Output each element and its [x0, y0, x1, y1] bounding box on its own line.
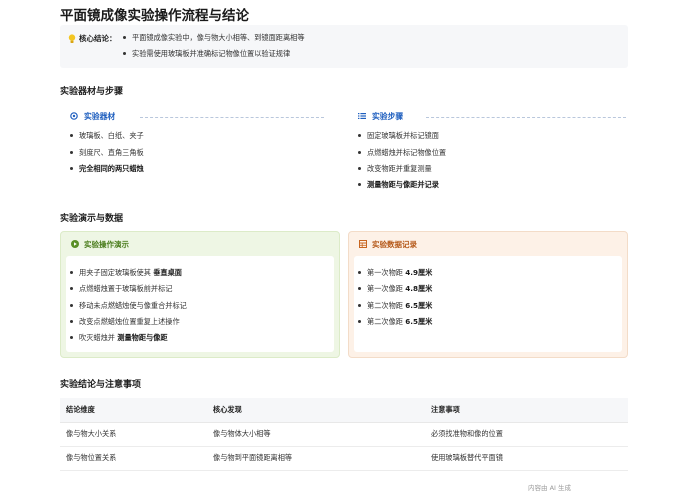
- steps-item: 测量物距与像距并记录: [358, 180, 439, 190]
- bullet-icon: [123, 51, 126, 55]
- conclusion-item: 实验需使用玻璃板并准确标记物像位置以验证规律: [123, 49, 290, 59]
- bullet-icon: [70, 133, 73, 137]
- bullet-icon: [70, 319, 73, 323]
- bullet-icon: [358, 286, 361, 290]
- bullet-icon: [358, 182, 361, 186]
- bullet-icon: [123, 35, 126, 39]
- materials-heading: 实验器材: [70, 111, 115, 122]
- bullet-icon: [70, 150, 73, 154]
- lightbulb-icon: [68, 34, 76, 43]
- section-title-demo-data: 实验演示与数据: [60, 214, 124, 224]
- table-header-row: 结论维度 核心发现 注意事项: [60, 398, 628, 423]
- bullet-icon: [70, 303, 73, 307]
- records-card: 实验数据记录: [348, 231, 628, 358]
- table-cell: 使用玻璃板替代平面镜: [425, 446, 628, 471]
- materials-item: 刻度尺、直角三角板: [70, 148, 144, 158]
- record-item: 第二次物距 6.5厘米: [358, 301, 432, 311]
- demo-step: 用夹子固定玻璃板使其 垂直桌面: [70, 268, 182, 278]
- record-item: 第二次像距 6.5厘米: [358, 317, 432, 327]
- target-icon: [70, 112, 78, 120]
- bullet-icon: [358, 166, 361, 170]
- demo-step: 吹灭蜡烛并 测量物距与像距: [70, 333, 168, 343]
- bullet-icon: [358, 150, 361, 154]
- demo-card-heading: 实验操作演示: [71, 239, 129, 250]
- bullet-icon: [70, 270, 73, 274]
- table-row: 像与物位置关系 像与物到平面镜距离相等 使用玻璃板替代平面镜: [60, 446, 628, 471]
- bullet-icon: [70, 335, 73, 339]
- table-cell: 像与物位置关系: [60, 446, 207, 471]
- play-icon: [71, 240, 79, 248]
- page-title: 平面镜成像实验操作流程与结论: [60, 8, 249, 24]
- bullet-icon: [358, 133, 361, 137]
- bullet-icon: [70, 166, 73, 170]
- section-title-materials-steps: 实验器材与步骤: [60, 87, 124, 97]
- table-header-cell: 核心发现: [207, 398, 425, 423]
- list-icon: [358, 113, 366, 119]
- core-conclusion-box: 核心结论： 平面镜成像实验中，像与物大小相等、到镜面距离相等 实验需使用玻璃板并…: [60, 25, 628, 68]
- demo-step: 改变点燃蜡烛位置重复上述操作: [70, 317, 180, 327]
- materials-item: 完全相同的两只蜡烛: [70, 164, 144, 174]
- ai-generated-note: 内容由 AI 生成: [528, 484, 571, 492]
- table-icon: [359, 240, 367, 248]
- steps-item: 改变物距并重复测量: [358, 164, 432, 174]
- bullet-icon: [358, 319, 361, 323]
- steps-heading: 实验步骤: [358, 111, 403, 122]
- steps-item: 固定玻璃板并标记镜面: [358, 131, 439, 141]
- bullet-icon: [358, 303, 361, 307]
- divider: [426, 117, 626, 118]
- section-title-conclusion-table: 实验结论与注意事项: [60, 380, 142, 390]
- records-card-heading: 实验数据记录: [359, 239, 417, 250]
- table-cell: 像与物体大小相等: [207, 422, 425, 447]
- bullet-icon: [70, 286, 73, 290]
- conclusion-table: 结论维度 核心发现 注意事项 像与物大小关系 像与物体大小相等 必须找准物和像的…: [60, 398, 628, 471]
- table-header-cell: 注意事项: [425, 398, 628, 423]
- record-item: 第一次物距 4.9厘米: [358, 268, 432, 278]
- table-cell: 像与物大小关系: [60, 422, 207, 447]
- divider: [140, 117, 324, 118]
- demo-step: 移动未点燃蜡烛使与像重合并标记: [70, 301, 187, 311]
- table-header-cell: 结论维度: [60, 398, 207, 423]
- table-row: 像与物大小关系 像与物体大小相等 必须找准物和像的位置: [60, 422, 628, 447]
- table-cell: 必须找准物和像的位置: [425, 422, 628, 447]
- steps-item: 点燃蜡烛并标记物像位置: [358, 148, 446, 158]
- core-conclusion-label: 核心结论：: [79, 34, 117, 43]
- materials-item: 玻璃板、白纸、夹子: [70, 131, 144, 141]
- table-cell: 像与物到平面镜距离相等: [207, 446, 425, 471]
- demo-step: 点燃蜡烛置于玻璃板前并标记: [70, 284, 172, 294]
- conclusion-item: 平面镜成像实验中，像与物大小相等、到镜面距离相等: [123, 33, 305, 43]
- bullet-icon: [358, 270, 361, 274]
- record-item: 第一次像距 4.8厘米: [358, 284, 432, 294]
